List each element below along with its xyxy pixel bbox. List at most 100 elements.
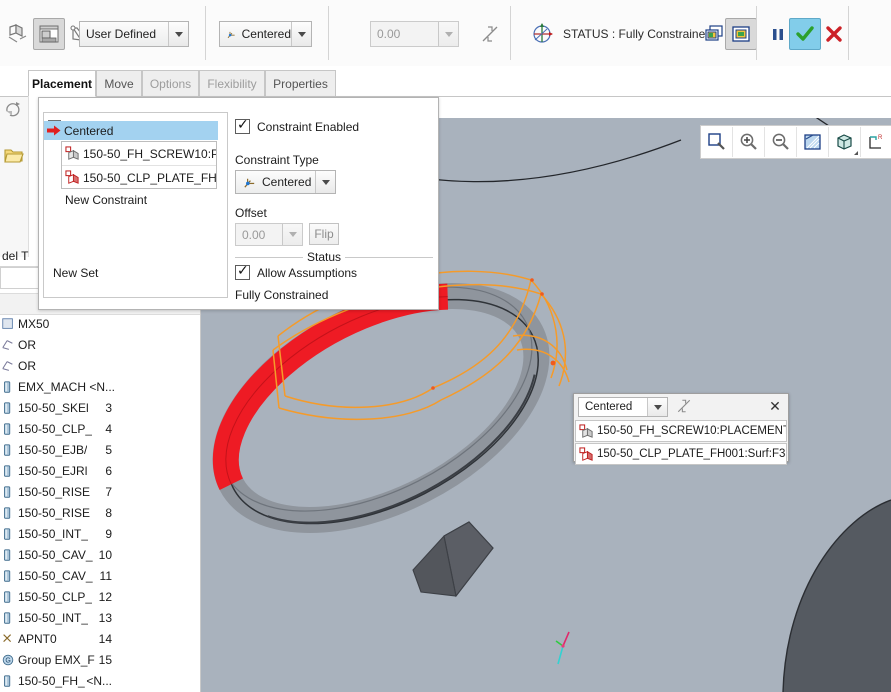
tree-row[interactable]: 150-50_EJB/5 bbox=[0, 439, 200, 460]
tree-row-number: 8 bbox=[105, 505, 112, 520]
reference-part-icon bbox=[65, 146, 80, 161]
tree-row-number: <N... bbox=[86, 673, 112, 688]
constraint-row-centered[interactable]: Centered bbox=[44, 121, 218, 140]
part-icon bbox=[0, 379, 16, 395]
chevron-down-icon[interactable] bbox=[282, 224, 302, 245]
flip-constraint-icon[interactable] bbox=[675, 397, 693, 418]
tree-row-label: 150-50_CLP_ bbox=[18, 589, 93, 604]
reference-part-icon bbox=[65, 170, 80, 185]
mini-popup-reference-row[interactable]: 150-50_CLP_PLATE_FH001:Surf:F33(R bbox=[575, 443, 787, 465]
annotation-display-icon[interactable]: R bbox=[861, 127, 891, 157]
constraint-references-box[interactable]: 150-50_FH_SCREW10:P 150-50_CLP_PLATE_FH( bbox=[61, 141, 217, 189]
tab-placement[interactable]: Placement bbox=[28, 70, 96, 97]
chevron-down-icon[interactable] bbox=[168, 22, 188, 46]
tab-properties-label: Properties bbox=[273, 76, 328, 91]
flip-constraint-icon[interactable] bbox=[474, 18, 506, 50]
tree-row[interactable]: 150-50_EJRl 6 bbox=[0, 460, 200, 481]
flip-button[interactable]: Flip bbox=[309, 223, 339, 245]
tab-options[interactable]: Options bbox=[142, 70, 199, 96]
constraint-enabled-checkbox[interactable]: ✓ Constraint Enabled bbox=[235, 117, 359, 134]
part-icon bbox=[0, 400, 16, 416]
tree-row-number: 11 bbox=[99, 568, 112, 583]
chevron-down-icon[interactable] bbox=[291, 22, 311, 46]
tree-row[interactable]: OR bbox=[0, 355, 200, 376]
cancel-x-icon[interactable] bbox=[818, 18, 850, 50]
tree-row[interactable]: EMX_MACH <N... bbox=[0, 376, 200, 397]
tab-flexibility[interactable]: Flexibility bbox=[199, 70, 265, 96]
tree-row[interactable]: 150-50_RISE 8 bbox=[0, 502, 200, 523]
zoom-in-icon[interactable] bbox=[733, 127, 765, 157]
constraint-type-combo[interactable]: Centered bbox=[219, 21, 312, 47]
reference-row[interactable]: 150-50_FH_SCREW10:P bbox=[62, 142, 216, 166]
tree-row[interactable]: MX50 bbox=[0, 313, 200, 334]
mini-popup-reference-row[interactable]: 150-50_FH_SCREW10:PLACEMENT_SU bbox=[575, 420, 787, 442]
display-style-icon[interactable] bbox=[797, 127, 829, 157]
mini-popup-reference-label: 150-50_FH_SCREW10:PLACEMENT_SU bbox=[597, 425, 786, 437]
zoom-to-fit-icon[interactable] bbox=[701, 127, 733, 157]
tree-row-label: 150-50_CAV_ bbox=[18, 568, 93, 583]
chevron-down-icon[interactable] bbox=[647, 398, 667, 416]
mini-constraint-combo[interactable]: Centered bbox=[578, 397, 668, 417]
model-tree-list[interactable]: MX50 OR OR EMX_MACH <N... 150-50_SKEl 3 150-50… bbox=[0, 313, 200, 692]
allow-assumptions-checkbox[interactable]: ✓ Allow Assumptions bbox=[235, 263, 357, 280]
tree-row-label: 150-50_CAV_ bbox=[18, 547, 93, 562]
tree-row[interactable]: 150-50_CLP_ 4 bbox=[0, 418, 200, 439]
new-set-link[interactable]: New Set bbox=[53, 266, 98, 280]
part-icon bbox=[0, 673, 16, 689]
datum-plane-icon bbox=[0, 358, 16, 374]
graphics-toolbar: R bbox=[700, 125, 891, 159]
chevron-down-icon[interactable] bbox=[315, 171, 335, 193]
tree-row[interactable]: 150-50_CAV_ 11 bbox=[0, 565, 200, 586]
part-icon bbox=[0, 442, 16, 458]
coordinate-system-icon[interactable] bbox=[526, 17, 558, 49]
svg-text:R: R bbox=[878, 135, 883, 141]
panel-constraint-type-combo[interactable]: Centered bbox=[235, 170, 336, 194]
part-icon bbox=[0, 568, 16, 584]
tree-row-number: 6 bbox=[105, 463, 112, 478]
tree-row-label: 150-50_RISE bbox=[18, 505, 91, 520]
tab-properties[interactable]: Properties bbox=[265, 70, 336, 96]
tree-row[interactable]: 150-50_FH_ <N... bbox=[0, 670, 200, 691]
zoom-out-icon[interactable] bbox=[765, 127, 797, 157]
tree-row-number: 7 bbox=[105, 484, 112, 499]
placement-panel-icon[interactable] bbox=[33, 18, 65, 50]
display-in-assembly-icon[interactable] bbox=[725, 18, 757, 50]
repaint-icon[interactable] bbox=[3, 99, 23, 122]
constraint-centered-icon bbox=[227, 31, 235, 38]
saved-views-icon[interactable] bbox=[829, 127, 861, 157]
tree-row[interactable]: 150-50_INT_ 13 bbox=[0, 607, 200, 628]
tree-row[interactable]: 150-50_SKEl 3 bbox=[0, 397, 200, 418]
tree-row-label: 150-50_CLP_ bbox=[18, 421, 93, 436]
new-constraint-link[interactable]: New Constraint bbox=[65, 193, 147, 207]
tree-row[interactable]: 150-50_CLP_ 12 bbox=[0, 586, 200, 607]
tree-row[interactable]: 150-50_INT_ 9 bbox=[0, 523, 200, 544]
chevron-down-icon[interactable] bbox=[438, 22, 458, 46]
tree-row-label: MX50 bbox=[18, 316, 50, 331]
placement-type-combo[interactable]: User Defined bbox=[79, 21, 189, 47]
constraint-type-label: Constraint Type bbox=[235, 153, 319, 167]
tree-row-number: 10 bbox=[98, 547, 112, 562]
panel-offset-field[interactable]: 0.00 bbox=[235, 223, 303, 246]
open-folder-icon[interactable] bbox=[3, 145, 25, 168]
tree-row-number: 9 bbox=[105, 526, 112, 541]
assemble-icon[interactable] bbox=[2, 18, 34, 50]
offset-field[interactable]: 0.00 bbox=[370, 21, 459, 47]
constraint-mini-popup[interactable]: Centered ✕ 150-50_FH_SCREW10:PLACEMEN 15… bbox=[573, 393, 789, 465]
tree-row[interactable]: OR bbox=[0, 334, 200, 355]
reference-row[interactable]: 150-50_CLP_PLATE_FH( bbox=[62, 166, 216, 189]
assembly-dashboard-toolbar: User Defined Centered 0.00 STATUS: Full… bbox=[0, 0, 891, 67]
constraint-row-label: Centered bbox=[64, 123, 114, 138]
close-icon[interactable]: ✕ bbox=[767, 398, 783, 414]
tree-row[interactable]: 150-50_RISE 7 bbox=[0, 481, 200, 502]
tree-row-label: APNT0 bbox=[18, 631, 57, 646]
tree-row-label: 150-50_EJRl bbox=[18, 463, 88, 478]
status-text: STATUS : Fully Constrained bbox=[563, 27, 712, 41]
accept-check-icon[interactable] bbox=[789, 18, 821, 50]
tree-row[interactable]: 150-50_CAV_ 10 bbox=[0, 544, 200, 565]
panel-offset-value: 0.00 bbox=[242, 227, 266, 242]
close-icon-glyph: ✕ bbox=[769, 397, 781, 414]
tree-row[interactable]: G Group EMX_F 15 bbox=[0, 649, 200, 670]
tree-row[interactable]: APNT0 14 bbox=[0, 628, 200, 649]
reference-row-label: 150-50_CLP_PLATE_FH( bbox=[83, 170, 216, 185]
tab-move[interactable]: Move bbox=[96, 70, 142, 96]
